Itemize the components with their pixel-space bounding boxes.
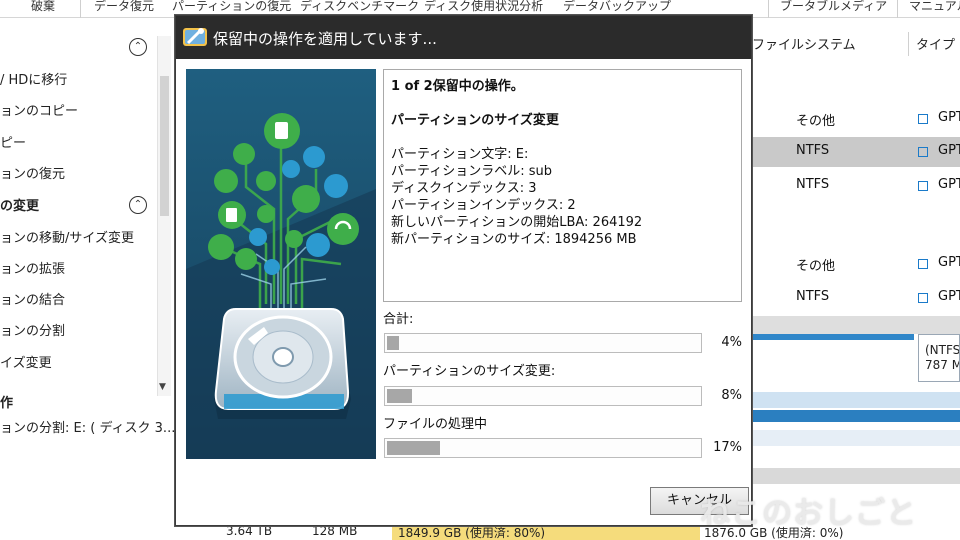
- scrollbar-thumb[interactable]: [160, 76, 169, 216]
- dialog-titlebar[interactable]: 保留中の操作を適用しています...: [176, 16, 751, 59]
- menu-data-recovery[interactable]: データ復元: [94, 0, 154, 14]
- filesystem-cell: NTFS: [796, 177, 830, 192]
- menu-separator: [768, 0, 769, 18]
- type-cell: GPT: [938, 177, 960, 192]
- partition-capacity: 128 MB: [312, 524, 358, 538]
- progress-total-bar: [384, 333, 702, 353]
- type-cell: GPT: [938, 143, 960, 158]
- progress-files-percent: 17%: [713, 440, 742, 455]
- partition-type-icon: [918, 293, 928, 303]
- progress-resize-bar: [384, 386, 702, 406]
- collapse-chevron-icon[interactable]: ⌃: [129, 196, 147, 214]
- menu-bootable-media[interactable]: ブータブルメディア: [780, 0, 887, 14]
- sidebar-item-split[interactable]: ョンの分割: [0, 320, 65, 339]
- progress-files-label: ファイルの処理中: [383, 417, 488, 432]
- disk-tree-illustration: [186, 69, 376, 459]
- sidebar-item-copy-partition[interactable]: ョンのコピー: [0, 100, 78, 119]
- sidebar-pending-operation[interactable]: ョンの分割: E: ( ディスク 3...: [0, 417, 175, 436]
- column-header-type[interactable]: タイプ: [916, 34, 955, 53]
- partition-usage-bar: [752, 334, 914, 340]
- disk-map-strip: [752, 430, 960, 446]
- detail-partition-label: パーティションラベル: sub: [391, 164, 552, 179]
- sidebar-section-operations: 作: [0, 396, 14, 411]
- sidebar-scrollbar[interactable]: ▼: [157, 36, 171, 396]
- menu-partition-recovery[interactable]: パーティションの復元: [172, 0, 291, 14]
- menu-separator: [80, 0, 81, 18]
- operation-info-box: 1 of 2保留中の操作。 パーティションのサイズ変更 パーティション文字: E…: [383, 69, 742, 302]
- menu-manual[interactable]: マニュアル: [909, 0, 960, 14]
- sidebar-section-change[interactable]: の変更: [0, 195, 39, 214]
- partition-table: ファイルシステム タイプ その他 GPT NTFS GPT NTFS GPT そ…: [752, 18, 960, 540]
- progress-total-percent: 4%: [721, 335, 742, 350]
- partition-type-icon: [918, 181, 928, 191]
- progress-resize-label: パーティションのサイズ変更:: [383, 364, 556, 379]
- dialog-title: 保留中の操作を適用しています...: [213, 30, 437, 48]
- sidebar: ⌃ / HDに移行 ョンのコピー ピー ョンの復元 の変更 ⌃ ョンの移動/サイ…: [0, 18, 175, 540]
- menu-data-backup[interactable]: データバックアップ: [563, 0, 671, 14]
- filesystem-cell: その他: [796, 114, 836, 129]
- scroll-down-icon[interactable]: ▼: [159, 382, 166, 392]
- disk-box-line: (NTFS: [925, 343, 960, 357]
- partition-usage: 1849.9 GB (使用済: 80%): [392, 524, 700, 540]
- progress-total-label: 合計:: [383, 312, 414, 327]
- sidebar-item-copy[interactable]: ピー: [0, 132, 26, 151]
- column-separator: [752, 32, 753, 56]
- operation-count: 1 of 2保留中の操作。: [391, 79, 524, 94]
- menu-disk-benchmark[interactable]: ディスクベンチマーク: [300, 0, 419, 14]
- disk-map-partition[interactable]: (NTFS 787 M: [918, 334, 960, 382]
- partition-type-icon: [918, 114, 928, 124]
- detail-partition-index: パーティションインデックス: 2: [391, 198, 576, 213]
- progress-fill: [387, 441, 440, 455]
- partition-type-icon: [918, 147, 928, 157]
- table-row[interactable]: NTFS GPT: [752, 137, 960, 167]
- menu-disk-usage[interactable]: ディスク使用状況分析: [424, 0, 543, 14]
- apply-operations-dialog: 保留中の操作を適用しています... 1 of 2保留中の操作。 パーティションの…: [175, 15, 752, 526]
- watermark: ねこのおしごと: [700, 496, 917, 531]
- column-header-filesystem[interactable]: ファイルシステム: [752, 34, 856, 53]
- sidebar-item-resize[interactable]: イズ変更: [0, 352, 52, 371]
- type-cell: GPT: [938, 110, 960, 125]
- sidebar-item-restore-partition[interactable]: ョンの復元: [0, 163, 65, 182]
- type-cell: GPT: [938, 255, 960, 270]
- apply-wand-icon: [183, 28, 207, 46]
- detail-start-lba: 新しいパーティションの開始LBA: 264192: [391, 215, 643, 230]
- progress-fill: [387, 389, 412, 403]
- disk-box-line: 787 M: [925, 358, 960, 372]
- detail-partition-letter: パーティション文字: E:: [391, 147, 529, 162]
- progress-files-bar: [384, 438, 702, 458]
- sidebar-item-migrate[interactable]: / HDに移行: [0, 69, 67, 88]
- column-separator: [908, 32, 909, 56]
- table-row[interactable]: NTFS GPT: [752, 171, 960, 201]
- operation-name: パーティションのサイズ変更: [391, 113, 559, 128]
- disk-map-strip: [752, 392, 960, 408]
- table-row[interactable]: その他 GPT: [752, 104, 960, 134]
- filesystem-cell: NTFS: [796, 289, 830, 304]
- disk-separator: [752, 316, 960, 334]
- table-row[interactable]: NTFS GPT: [752, 283, 960, 313]
- menu-discard[interactable]: 破棄: [31, 0, 55, 14]
- detail-disk-index: ディスクインデックス: 3: [391, 181, 537, 196]
- progress-fill: [387, 336, 399, 350]
- detail-new-size: 新パーティションのサイズ: 1894256 MB: [391, 232, 637, 247]
- type-cell: GPT: [938, 289, 960, 304]
- partition-usage-bar: [752, 410, 960, 422]
- sidebar-item-extend[interactable]: ョンの拡張: [0, 258, 65, 277]
- table-row[interactable]: その他 GPT: [752, 249, 960, 279]
- sidebar-item-merge[interactable]: ョンの結合: [0, 289, 65, 308]
- filesystem-cell: その他: [796, 259, 836, 274]
- disk-map-strip: [752, 468, 960, 484]
- sidebar-item-move-resize[interactable]: ョンの移動/サイズ変更: [0, 227, 134, 246]
- menu-separator: [897, 0, 898, 18]
- partition-type-icon: [918, 259, 928, 269]
- disk-capacity: 3.64 TB: [226, 524, 273, 538]
- progress-resize-percent: 8%: [721, 388, 742, 403]
- collapse-chevron-icon[interactable]: ⌃: [129, 38, 147, 56]
- filesystem-cell: NTFS: [796, 143, 830, 158]
